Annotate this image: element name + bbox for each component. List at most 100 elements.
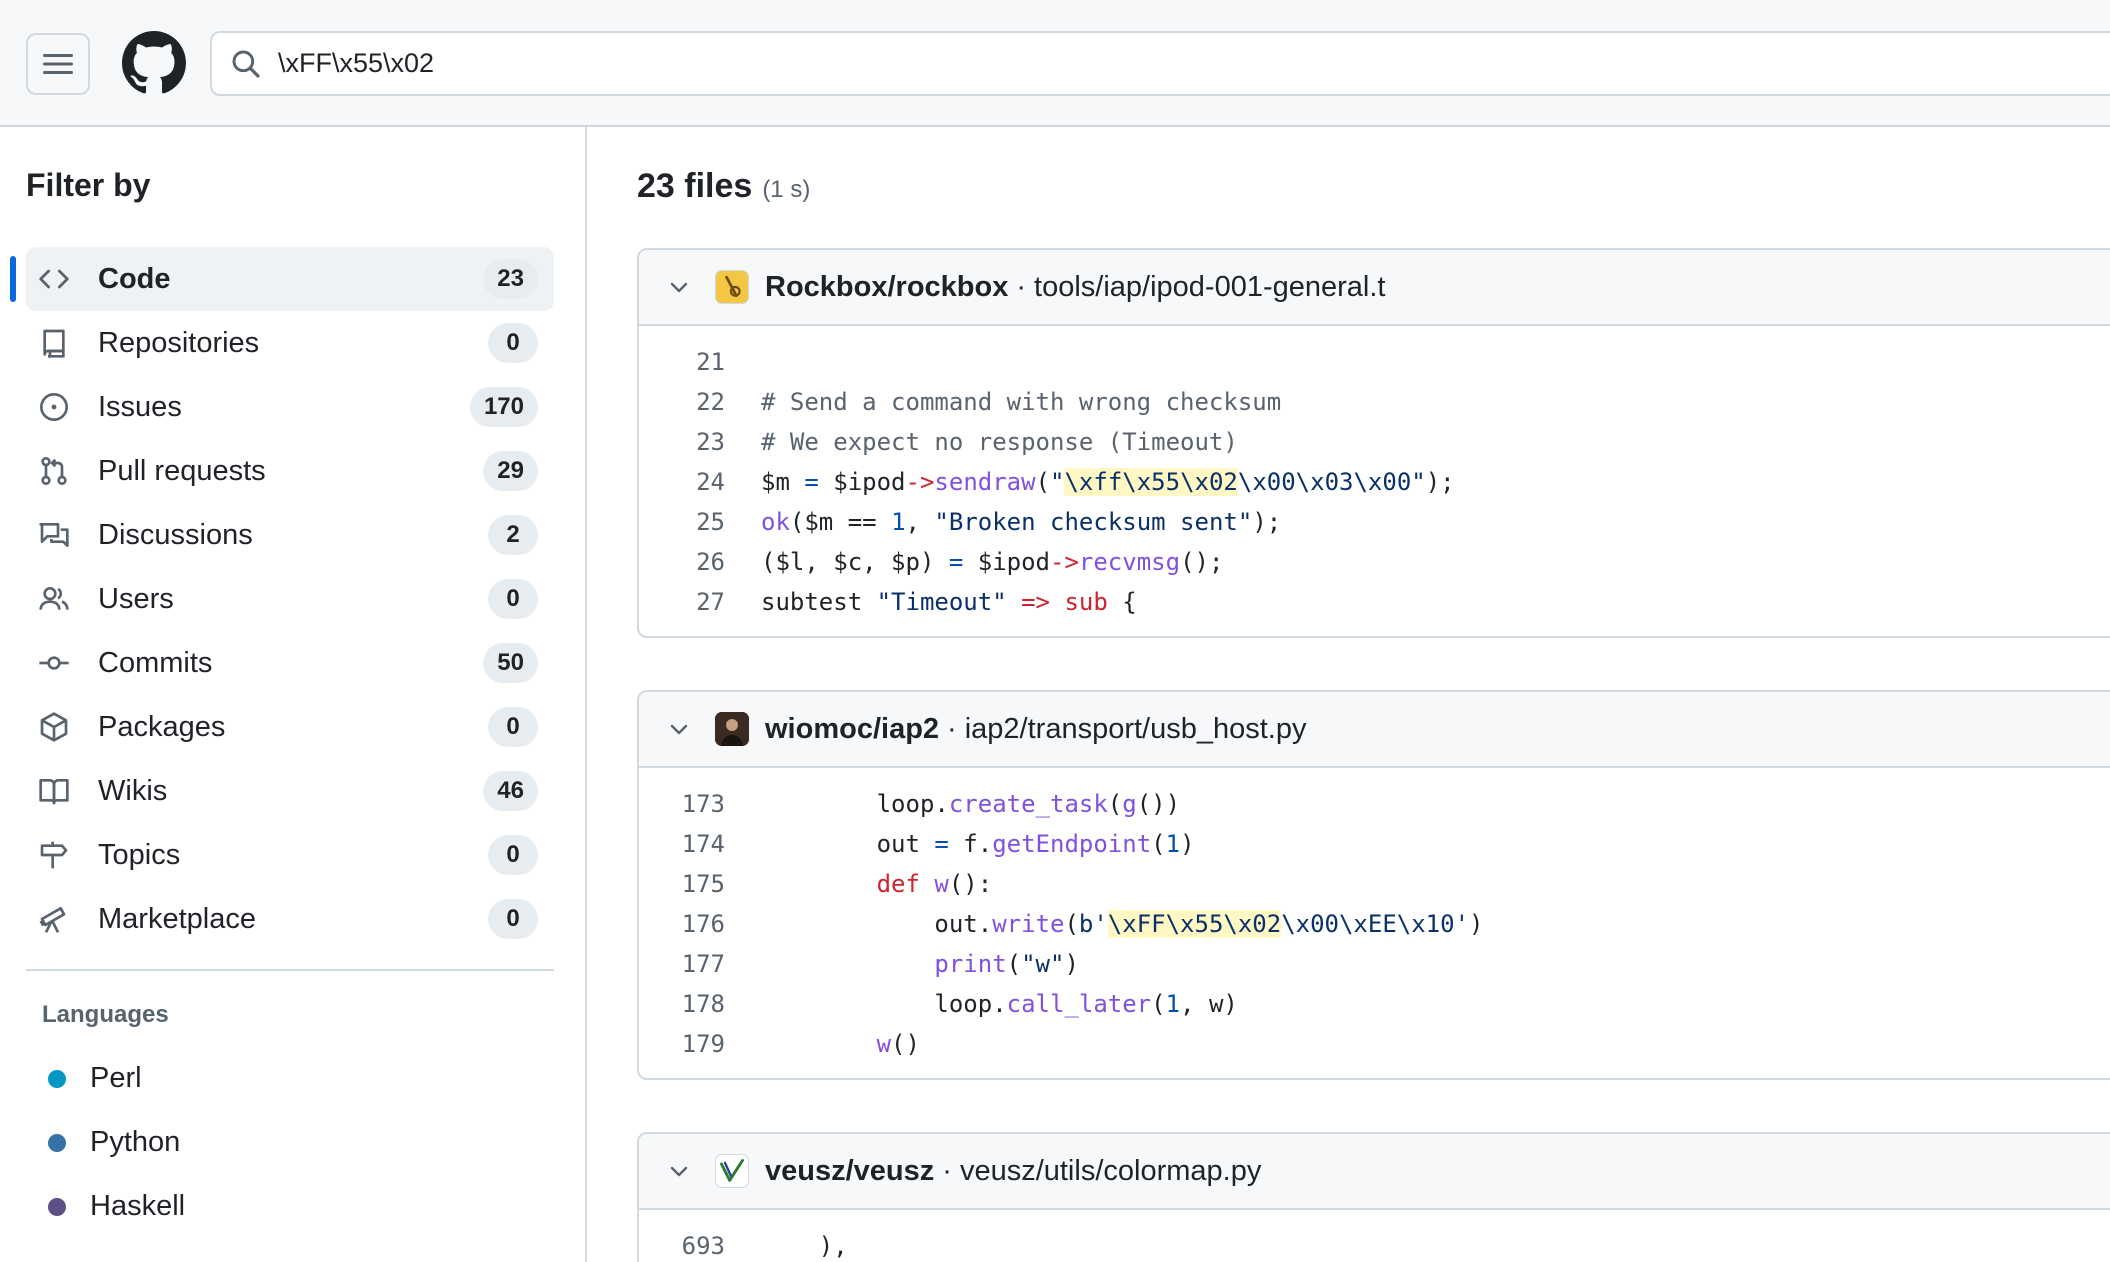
signpost-icon xyxy=(34,835,74,875)
sidebar-item-code[interactable]: Code 23 xyxy=(10,247,554,311)
line-number[interactable]: 24 xyxy=(639,468,725,496)
line-number[interactable]: 178 xyxy=(639,990,725,1018)
file-path-link[interactable]: iap2/transport/usb_host.py xyxy=(965,713,1307,746)
chevron-down-icon[interactable] xyxy=(665,715,693,743)
language-name: Perl xyxy=(90,1062,142,1094)
code-text: out = f.getEndpoint(1) xyxy=(761,830,1195,858)
code-line: 693 ), xyxy=(639,1226,2110,1262)
line-number[interactable]: 177 xyxy=(639,950,725,978)
chevron-down-icon[interactable] xyxy=(665,1157,693,1185)
line-number[interactable]: 27 xyxy=(639,588,725,616)
sidebar-item-commits[interactable]: Commits 50 xyxy=(26,631,554,695)
language-item-python[interactable]: Python xyxy=(48,1126,180,1159)
code-text: # Send a command with wrong checksum xyxy=(761,388,1282,416)
code-line: 174 out = f.getEndpoint(1) xyxy=(639,824,2110,864)
count-badge: 0 xyxy=(488,323,538,363)
repo-avatar xyxy=(715,270,749,304)
line-number[interactable]: 26 xyxy=(639,548,725,576)
languages-heading: Languages xyxy=(42,1001,169,1028)
code-line: 25 ok($m == 1, "Broken checksum sent"); xyxy=(639,502,2110,542)
code-line: 177 print("w") xyxy=(639,944,2110,984)
result-card-header: Rockbox/rockbox · tools/iap/ipod-001-gen… xyxy=(639,250,2110,326)
filter-nav: Code 23 Repositories 0 Issues 170 Pull r… xyxy=(10,247,554,951)
line-number[interactable]: 693 xyxy=(639,1232,725,1260)
telescope-icon xyxy=(34,899,74,939)
line-number[interactable]: 176 xyxy=(639,910,725,938)
sidebar-item-discussions[interactable]: Discussions 2 xyxy=(26,503,554,567)
pull-request-icon xyxy=(34,451,74,491)
result-card-header: veusz/veusz · veusz/utils/colormap.py xyxy=(639,1134,2110,1210)
result-card: veusz/veusz · veusz/utils/colormap.py 69… xyxy=(637,1132,2110,1262)
count-badge: 46 xyxy=(483,771,538,811)
count-badge: 2 xyxy=(488,515,538,555)
code-text: # We expect no response (Timeout) xyxy=(761,428,1238,456)
count-badge: 0 xyxy=(488,707,538,747)
line-number[interactable]: 179 xyxy=(639,1030,725,1058)
sidebar-item-repositories[interactable]: Repositories 0 xyxy=(26,311,554,375)
code-snippet: 173 loop.create_task(g()) 174 out = f.ge… xyxy=(639,768,2110,1078)
code-icon xyxy=(34,259,74,299)
count-badge: 29 xyxy=(483,451,538,491)
sidebar-item-packages[interactable]: Packages 0 xyxy=(26,695,554,759)
language-name: Haskell xyxy=(90,1190,186,1222)
result-card: wiomoc/iap2 · iap2/transport/usb_host.py… xyxy=(637,690,2110,1080)
sidebar-item-users[interactable]: Users 0 xyxy=(26,567,554,631)
sidebar-item-label: Wikis xyxy=(98,774,168,807)
results-main: 23 files (1 s) Rockbox/rockbox · tools/i… xyxy=(589,127,2110,1262)
sidebar-item-issues[interactable]: Issues 170 xyxy=(26,375,554,439)
sidebar-item-pull-requests[interactable]: Pull requests 29 xyxy=(26,439,554,503)
line-number[interactable]: 22 xyxy=(639,388,725,416)
count-badge: 0 xyxy=(488,899,538,939)
separator-dot: · xyxy=(942,1154,952,1187)
results-summary: 23 files (1 s) xyxy=(637,167,810,206)
line-number[interactable]: 175 xyxy=(639,870,725,898)
issue-icon xyxy=(34,387,74,427)
repo-icon xyxy=(34,323,74,363)
code-text: subtest "Timeout" => sub { xyxy=(761,588,1137,616)
file-path-link[interactable]: veusz/utils/colormap.py xyxy=(960,1155,1261,1188)
code-line: 179 w() xyxy=(639,1024,2110,1064)
user-avatar xyxy=(715,712,749,746)
code-line: 23 # We expect no response (Timeout) xyxy=(639,422,2110,462)
commit-icon xyxy=(34,643,74,683)
book-icon xyxy=(34,771,74,811)
sidebar-item-wikis[interactable]: Wikis 46 xyxy=(26,759,554,823)
code-text: w() xyxy=(876,1030,920,1058)
discussion-icon xyxy=(34,515,74,555)
language-color-dot xyxy=(48,1133,66,1152)
sidebar-item-label: Discussions xyxy=(98,518,253,551)
sidebar-item-topics[interactable]: Topics 0 xyxy=(26,823,554,887)
language-item-haskell[interactable]: Haskell xyxy=(48,1190,185,1223)
file-path-link[interactable]: tools/iap/ipod-001-general.t xyxy=(1034,271,1385,304)
count-badge: 23 xyxy=(483,259,538,299)
result-card: Rockbox/rockbox · tools/iap/ipod-001-gen… xyxy=(637,248,2110,638)
repo-link[interactable]: Rockbox/rockbox xyxy=(765,271,1008,304)
results-time: (1 s) xyxy=(762,176,811,203)
code-text: $m = $ipod->sendraw("\xff\x55\x02\x00\x0… xyxy=(761,468,1455,496)
search-query-text: \xFF\x55\x02 xyxy=(278,48,435,78)
repo-link[interactable]: veusz/veusz xyxy=(765,1155,934,1188)
language-color-dot xyxy=(48,1069,66,1088)
code-snippet: 21 22 # Send a command with wrong checksu… xyxy=(639,326,2110,636)
results-count: 23 files xyxy=(637,167,753,205)
repo-avatar xyxy=(715,1154,749,1188)
line-number[interactable]: 174 xyxy=(639,830,725,858)
search-input[interactable]: \xFF\x55\x02 xyxy=(210,31,2110,96)
repo-link[interactable]: wiomoc/iap2 xyxy=(765,713,939,746)
code-line: 24 $m = $ipod->sendraw("\xff\x55\x02\x00\… xyxy=(639,462,2110,502)
line-number[interactable]: 25 xyxy=(639,508,725,536)
code-text: print("w") xyxy=(934,950,1079,978)
code-text: loop.create_task(g()) xyxy=(761,790,1181,818)
chevron-down-icon[interactable] xyxy=(665,273,693,301)
language-item-perl[interactable]: Perl xyxy=(48,1062,142,1095)
people-icon xyxy=(34,579,74,619)
line-number[interactable]: 21 xyxy=(639,348,725,376)
menu-button[interactable] xyxy=(26,33,90,95)
sidebar-item-label: Issues xyxy=(98,390,182,423)
filter-title: Filter by xyxy=(26,167,151,203)
code-line: 175 def w(): xyxy=(639,864,2110,904)
line-number[interactable]: 23 xyxy=(639,428,725,456)
github-logo-icon[interactable] xyxy=(122,31,186,95)
sidebar-item-marketplace[interactable]: Marketplace 0 xyxy=(26,887,554,951)
line-number[interactable]: 173 xyxy=(639,790,725,818)
